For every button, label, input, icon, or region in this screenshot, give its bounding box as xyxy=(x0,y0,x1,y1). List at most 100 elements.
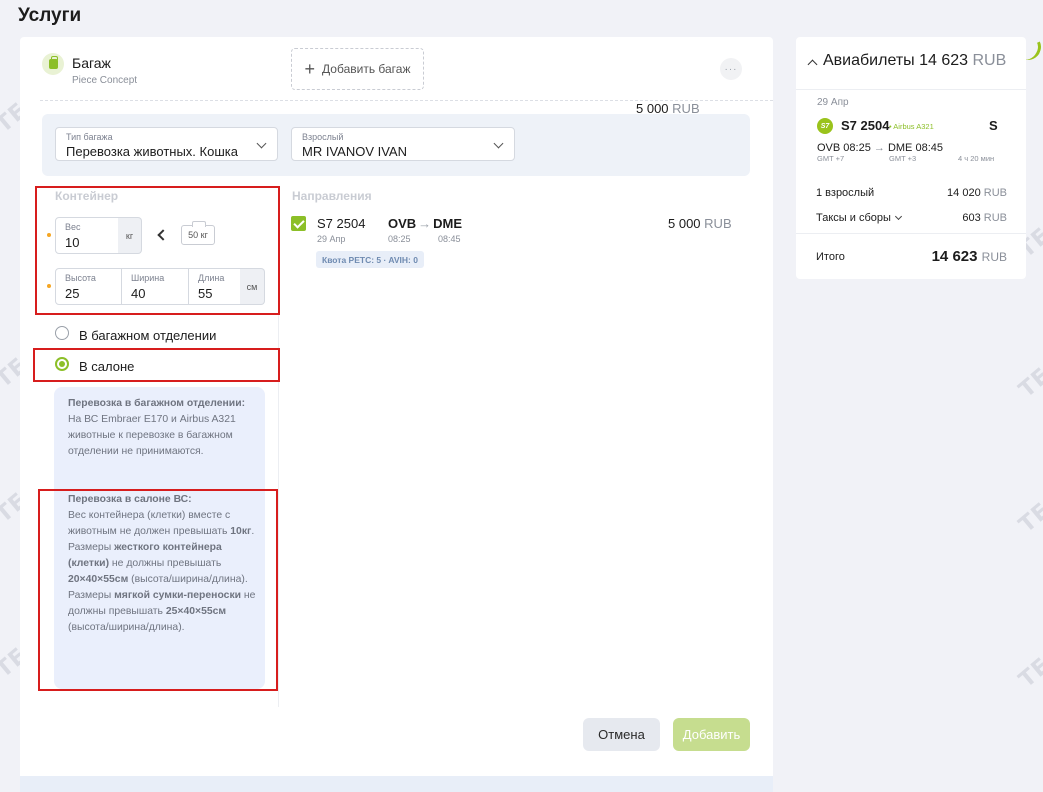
passenger-value: MR IVANOV IVAN xyxy=(302,144,407,159)
s7-logo: S7 xyxy=(817,118,833,134)
summary-title[interactable]: Авиабилеты 14 623 RUB xyxy=(823,52,1006,70)
watermark: TEST xyxy=(1014,477,1043,538)
width-value: 40 xyxy=(131,286,146,301)
weight-field[interactable]: Вес 10 xyxy=(55,217,119,254)
passenger-select[interactable]: Взрослый MR IVANOV IVAN xyxy=(291,127,515,161)
summary-total-amount: 14 623 xyxy=(931,248,978,265)
summary-route-to: DME 08:45 xyxy=(887,142,943,154)
baggage-subtitle: Piece Concept xyxy=(72,75,138,86)
route-from: OVB xyxy=(388,216,417,231)
summary-duration: 4 ч 20 мин xyxy=(958,154,995,163)
summary-aircraft: • Airbus A321 xyxy=(889,122,934,131)
cancel-button[interactable]: Отмена xyxy=(583,718,660,751)
directions-section-label: Направления xyxy=(292,189,372,203)
chevron-down-icon xyxy=(894,212,902,221)
quota-badge: Квота PETC: 5 · AVIH: 0 xyxy=(316,251,424,268)
summary-title-label: Авиабилеты xyxy=(823,52,915,69)
dimensions-unit: см xyxy=(240,268,265,305)
summary-currency: RUB xyxy=(972,52,1007,69)
watermark: TEST xyxy=(1014,342,1043,403)
radio-cabin-label[interactable]: В салоне xyxy=(79,359,134,374)
direction-price-currency: RUB xyxy=(704,216,732,231)
summary-taxes-amount: 603 xyxy=(962,212,981,224)
direction-checkbox[interactable] xyxy=(291,216,306,231)
chevron-down-icon xyxy=(493,138,504,149)
direction-route: OVB → DME xyxy=(388,216,462,231)
radio-cabin[interactable] xyxy=(55,357,69,371)
baggage-type-label: Тип багажа xyxy=(66,132,113,142)
summary-route: OVB 08:25 → DME 08:45 xyxy=(817,142,943,154)
highlight-frame-cabin-rules xyxy=(38,489,278,691)
height-value: 25 xyxy=(65,286,80,301)
tickets-summary: Авиабилеты 14 623 RUB 29 Апр S7 S7 2504 … xyxy=(796,37,1026,279)
radio-hold-label[interactable]: В багажном отделении xyxy=(79,328,216,343)
direction-date: 29 Апр xyxy=(317,234,346,244)
plus-icon: + xyxy=(304,59,316,79)
width-field[interactable]: Ширина 40 xyxy=(121,268,189,305)
summary-adults-label: 1 взрослый xyxy=(816,187,875,199)
departure-time: 08:25 xyxy=(388,234,411,244)
summary-flight: S7 2504 xyxy=(841,118,890,133)
summary-total-label: Итого xyxy=(816,251,845,263)
length-field[interactable]: Длина 55 xyxy=(188,268,241,305)
baggage-price-value: 5 000 xyxy=(636,101,669,116)
height-field[interactable]: Высота 25 xyxy=(55,268,122,305)
summary-taxes-value: 603 RUB xyxy=(962,212,1007,224)
arrival-time: 08:45 xyxy=(438,234,461,244)
baggage-price-currency: RUB xyxy=(672,101,700,116)
watermark: TEST xyxy=(1014,632,1043,693)
summary-gmt-to: GMT +3 xyxy=(889,154,917,163)
weight-label: Вес xyxy=(65,222,81,232)
suitcase-icon xyxy=(42,53,64,75)
passenger-label: Взрослый xyxy=(302,132,344,142)
arrow-right-icon: → xyxy=(418,216,432,231)
summary-total-value: 14 623 RUB xyxy=(932,248,1007,265)
summary-adults-currency: RUB xyxy=(983,187,1007,199)
more-options-button[interactable]: ··· xyxy=(720,58,742,80)
baggage-type-value: Перевозка животных. Кошка xyxy=(66,144,238,159)
info-hold: Перевозка в багажном отделении: На ВС Em… xyxy=(68,396,258,460)
direction-price: 5 000 RUB xyxy=(668,216,732,231)
length-value: 55 xyxy=(198,286,213,301)
page-title: Услуги xyxy=(18,5,82,26)
baggage-price: 5 000 RUB xyxy=(636,101,700,116)
selection-band: Тип багажа Перевозка животных. Кошка Взр… xyxy=(42,114,750,176)
length-label: Длина xyxy=(198,273,225,283)
add-baggage-label: Добавить багаж xyxy=(322,62,411,76)
summary-taxes-toggle[interactable]: Таксы и сборы xyxy=(816,212,902,224)
summary-adults-amount: 14 020 xyxy=(947,187,981,199)
add-button[interactable]: Добавить xyxy=(673,718,750,751)
arrow-right-icon: → xyxy=(873,142,885,154)
info-hold-text: На ВС Embraer E170 и Airbus A321 животны… xyxy=(68,414,236,457)
weight-value: 10 xyxy=(65,235,80,250)
chevron-up-icon[interactable] xyxy=(807,59,818,70)
divider xyxy=(796,233,1026,234)
required-dot xyxy=(47,284,51,288)
add-baggage-button[interactable]: + Добавить багаж xyxy=(291,48,424,90)
baggage-title: Багаж xyxy=(72,55,111,71)
info-hold-title: Перевозка в багажном отделении: xyxy=(68,398,246,409)
summary-gmt-from: GMT +7 xyxy=(817,154,845,163)
height-label: Высота xyxy=(65,273,96,283)
summary-total-top: 14 623 xyxy=(919,52,969,69)
chevron-down-icon xyxy=(256,138,267,149)
width-label: Ширина xyxy=(131,273,165,283)
weight-limit-tag: 50 кг xyxy=(181,221,215,245)
highlight-frame-cabin xyxy=(33,348,280,382)
panel-footer-band xyxy=(20,776,773,792)
weight-unit: кг xyxy=(118,217,142,254)
radio-hold[interactable] xyxy=(55,326,69,340)
summary-route-from: OVB 08:25 xyxy=(817,142,871,154)
summary-adults-value: 14 020 RUB xyxy=(947,187,1007,199)
summary-taxes-currency: RUB xyxy=(983,212,1007,224)
direction-flight-number: S7 2504 xyxy=(317,216,366,231)
baggage-type-select[interactable]: Тип багажа Перевозка животных. Кошка xyxy=(55,127,278,161)
required-dot xyxy=(47,233,51,237)
summary-taxes-label: Таксы и сборы xyxy=(816,212,891,224)
route-to: DME xyxy=(433,216,463,231)
direction-price-value: 5 000 xyxy=(668,216,701,231)
summary-booking-class: S xyxy=(989,118,998,133)
summary-date: 29 Апр xyxy=(817,97,849,108)
divider xyxy=(796,89,1026,90)
summary-total-currency: RUB xyxy=(981,250,1007,264)
